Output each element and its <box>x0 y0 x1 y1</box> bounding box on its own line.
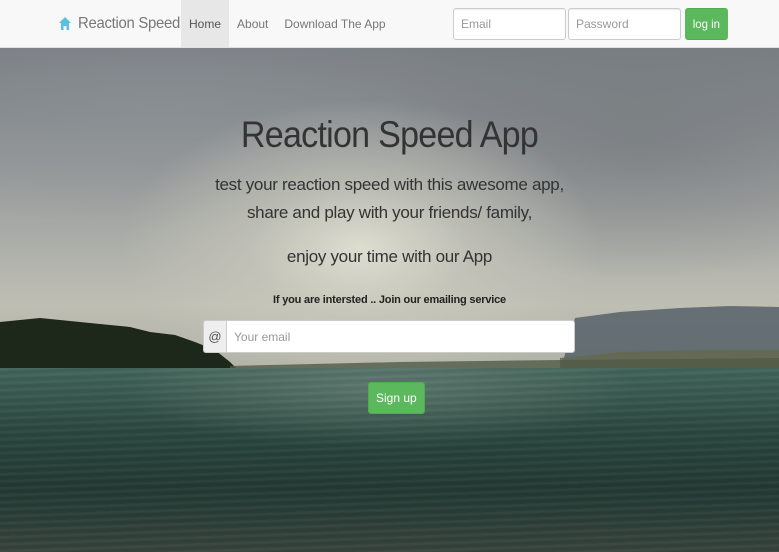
login-email-input[interactable] <box>453 8 566 40</box>
newsletter-email-input[interactable] <box>226 320 575 353</box>
nav-download-app[interactable]: Download The App <box>276 0 393 47</box>
hero-title: Reaction Speed App <box>240 114 539 155</box>
login-password-input[interactable] <box>568 8 681 40</box>
login-button[interactable]: log in <box>685 8 728 40</box>
at-sign-addon: @ <box>203 320 226 353</box>
home-icon <box>59 16 71 30</box>
hero-section: Reaction Speed App test your reaction sp… <box>0 48 779 552</box>
newsletter-note: If you are intersted .. Join our emailin… <box>273 294 506 306</box>
hero-enjoy-text: enjoy your time with our App <box>286 247 493 266</box>
hero-tagline: test your reaction speed with this aweso… <box>215 175 564 222</box>
nav-home[interactable]: Home <box>181 0 230 47</box>
main-nav: Home About Download The App <box>181 0 394 47</box>
newsletter-input-group: @ <box>203 320 575 353</box>
sign-up-button[interactable]: Sign up <box>368 382 425 414</box>
top-navbar: Reaction Speed App Home About Download T… <box>0 0 779 48</box>
login-form: log in <box>453 8 729 40</box>
nav-about[interactable]: About <box>229 0 276 47</box>
